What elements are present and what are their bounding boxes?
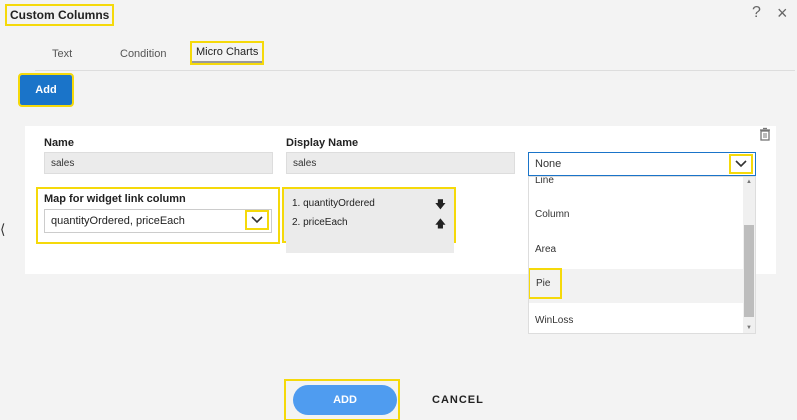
tab-condition[interactable]: Condition <box>120 48 166 60</box>
custom-columns-dialog: Custom Columns ? × Text Condition Micro … <box>0 0 797 420</box>
order-item: 2. priceEach <box>292 217 348 228</box>
order-list-tail <box>286 241 454 253</box>
tab-bar: Text Condition Micro Charts <box>35 40 795 71</box>
option-area[interactable]: Area <box>535 244 556 255</box>
tab-text[interactable]: Text <box>52 48 72 60</box>
arrow-up-icon[interactable]: 🡅 <box>435 215 446 234</box>
map-label: Map for widget link column <box>44 193 186 205</box>
dialog-title: Custom Columns <box>4 4 115 26</box>
add-button[interactable]: Add <box>18 73 74 107</box>
scrollbar[interactable]: ▲ ▼ <box>743 177 755 333</box>
display-name-input[interactable]: sales <box>286 152 515 174</box>
scroll-down-icon[interactable]: ▼ <box>746 325 752 331</box>
option-column[interactable]: Column <box>535 209 569 220</box>
scrollbar-thumb[interactable] <box>744 225 754 317</box>
option-line[interactable]: Line <box>535 177 554 186</box>
name-input[interactable]: sales <box>44 152 273 174</box>
chevron-down-icon[interactable] <box>245 210 269 230</box>
option-hover-row <box>529 269 743 303</box>
map-value: quantityOrdered, priceEach <box>51 215 185 227</box>
option-winloss[interactable]: WinLoss <box>535 315 573 326</box>
arrow-down-icon[interactable]: 🡇 <box>435 196 446 215</box>
chart-type-select[interactable]: None <box>528 152 756 176</box>
option-pie[interactable]: Pie <box>529 268 563 299</box>
cancel-button[interactable]: CANCEL <box>432 394 484 406</box>
order-item: 1. quantityOrdered <box>292 198 375 209</box>
name-label: Name <box>44 137 74 149</box>
chart-type-value: None <box>535 158 562 170</box>
question-mark-icon[interactable]: ? <box>752 4 761 22</box>
side-edge-icon: ⟨ <box>0 221 6 237</box>
chevron-down-icon[interactable] <box>729 154 753 174</box>
display-name-label: Display Name <box>286 137 359 149</box>
chart-type-dropdown: Line Column Area Pie WinLoss ▲ ▼ <box>528 176 756 334</box>
close-icon[interactable]: × <box>777 3 788 24</box>
trash-icon[interactable] <box>758 127 772 141</box>
column-order-list: 1. quantityOrdered 🡇 2. priceEach 🡅 <box>282 187 456 243</box>
map-select[interactable]: quantityOrdered, priceEach <box>44 209 272 233</box>
map-widget-link-group: Map for widget link column quantityOrder… <box>36 187 280 244</box>
footer-add-button[interactable]: ADD <box>293 385 397 415</box>
tab-micro-charts[interactable]: Micro Charts <box>189 41 265 65</box>
scroll-up-icon[interactable]: ▲ <box>746 179 752 185</box>
